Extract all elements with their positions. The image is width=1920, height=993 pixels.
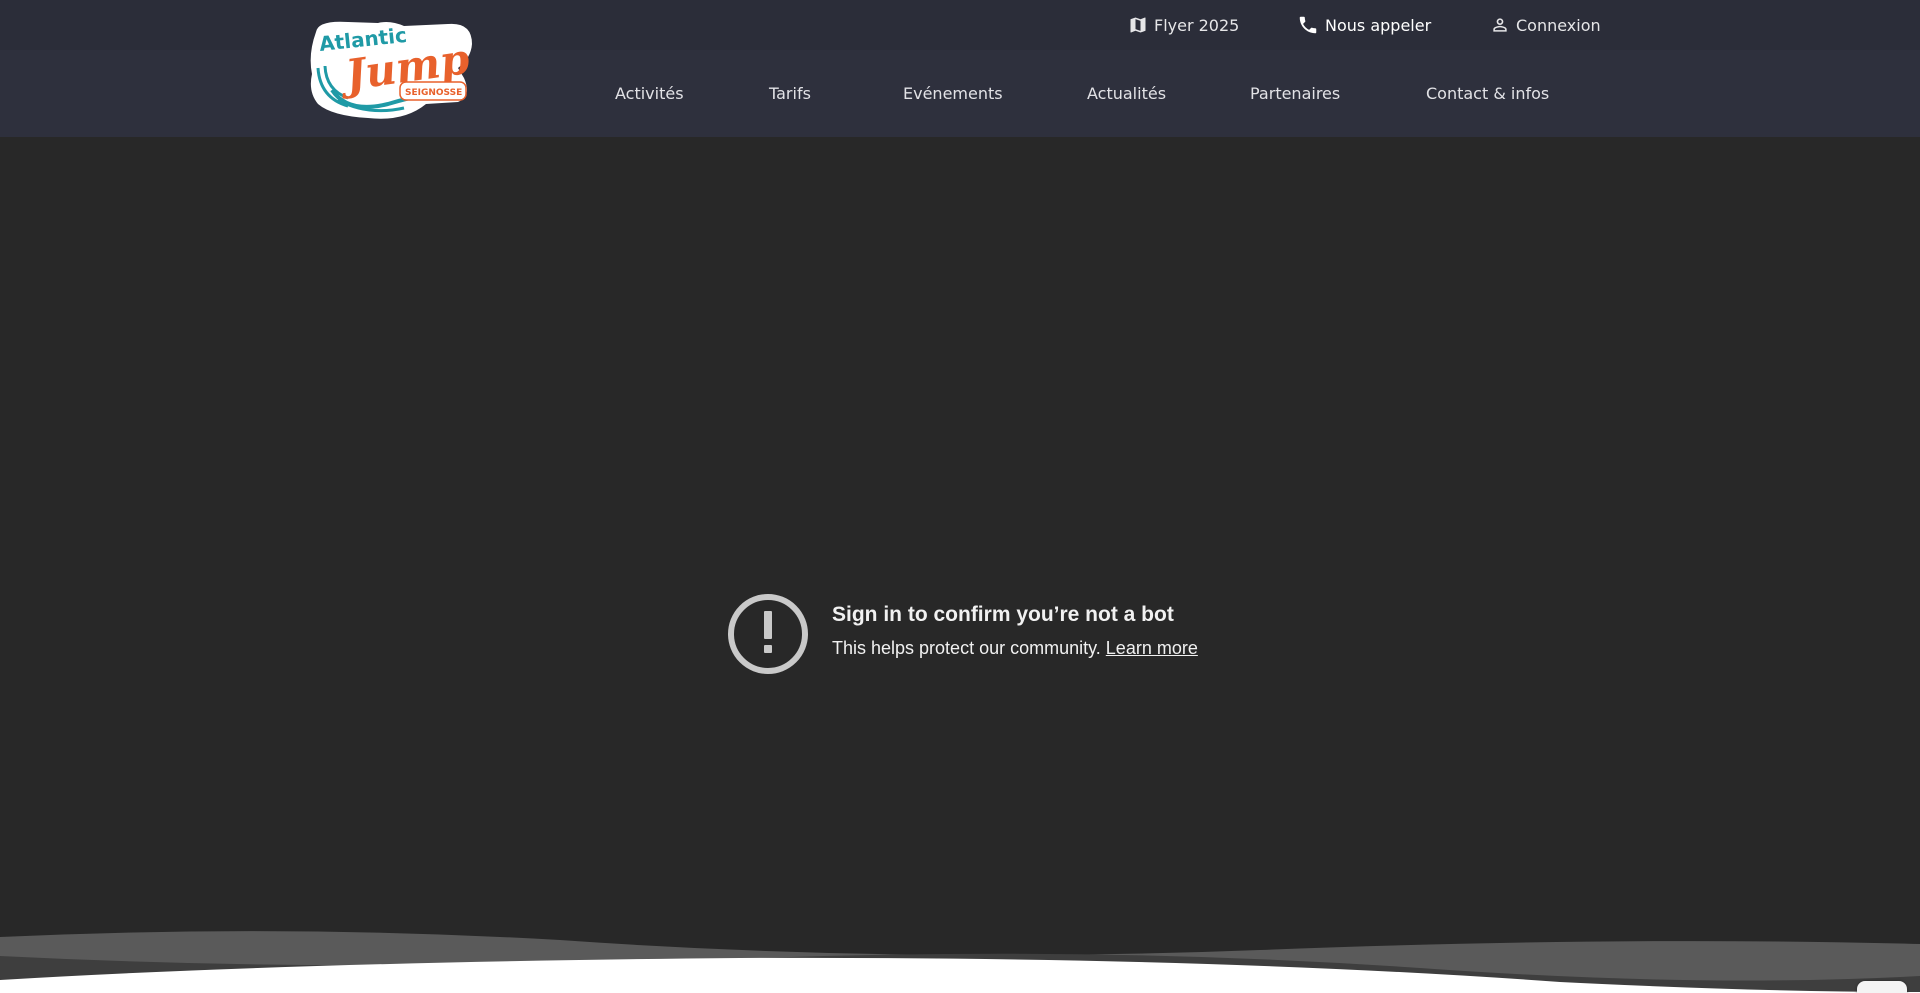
call-link-label: Nous appeler — [1325, 15, 1432, 35]
call-link[interactable]: Nous appeler — [1297, 14, 1431, 36]
login-link[interactable]: Connexion — [1490, 14, 1601, 36]
alert-circle-icon — [728, 594, 808, 674]
footer-wave — [0, 931, 1920, 993]
nav-item-tarifs[interactable]: Tarifs — [769, 84, 811, 103]
site-header: Flyer 2025 Nous appeler Connexion Atlant… — [0, 0, 1920, 137]
login-link-label: Connexion — [1516, 15, 1601, 35]
nav-item-partenaires[interactable]: Partenaires — [1250, 84, 1340, 103]
user-icon — [1490, 15, 1510, 35]
svg-text:SEIGNOSSE: SEIGNOSSE — [405, 88, 462, 98]
nav-item-activites[interactable]: Activités — [615, 84, 684, 103]
flyer-link-label: Flyer 2025 — [1154, 15, 1240, 35]
flyer-link[interactable]: Flyer 2025 — [1128, 14, 1239, 36]
atlantic-jump-logo: Atlantic Jump SEIGNOSSE — [310, 21, 472, 119]
bot-check-notice: Sign in to confirm you’re not a bot This… — [727, 593, 1198, 675]
top-bar: Flyer 2025 Nous appeler Connexion — [0, 0, 1920, 50]
notice-text: Sign in to confirm you’re not a bot This… — [832, 593, 1198, 660]
notice-title: Sign in to confirm you’re not a bot — [832, 603, 1174, 626]
page: Flyer 2025 Nous appeler Connexion Atlant… — [0, 0, 1920, 993]
main-nav: Activités Tarifs Evénements Actualités P… — [0, 84, 1920, 106]
video-embed[interactable]: Sign in to confirm you’re not a bot This… — [0, 137, 1920, 967]
notice-body-text: This helps protect our community. — [832, 638, 1101, 658]
learn-more-link[interactable]: Learn more — [1106, 638, 1198, 658]
site-logo[interactable]: Atlantic Jump SEIGNOSSE — [308, 18, 474, 122]
nav-item-evenements[interactable]: Evénements — [903, 84, 1003, 103]
phone-icon — [1297, 14, 1319, 36]
map-icon — [1128, 15, 1148, 35]
nav-item-contact-infos[interactable]: Contact & infos — [1426, 84, 1549, 103]
notice-body: This helps protect our community. Learn … — [832, 636, 1198, 660]
scroll-to-top-button[interactable] — [1857, 981, 1907, 993]
nav-item-actualites[interactable]: Actualités — [1087, 84, 1166, 103]
